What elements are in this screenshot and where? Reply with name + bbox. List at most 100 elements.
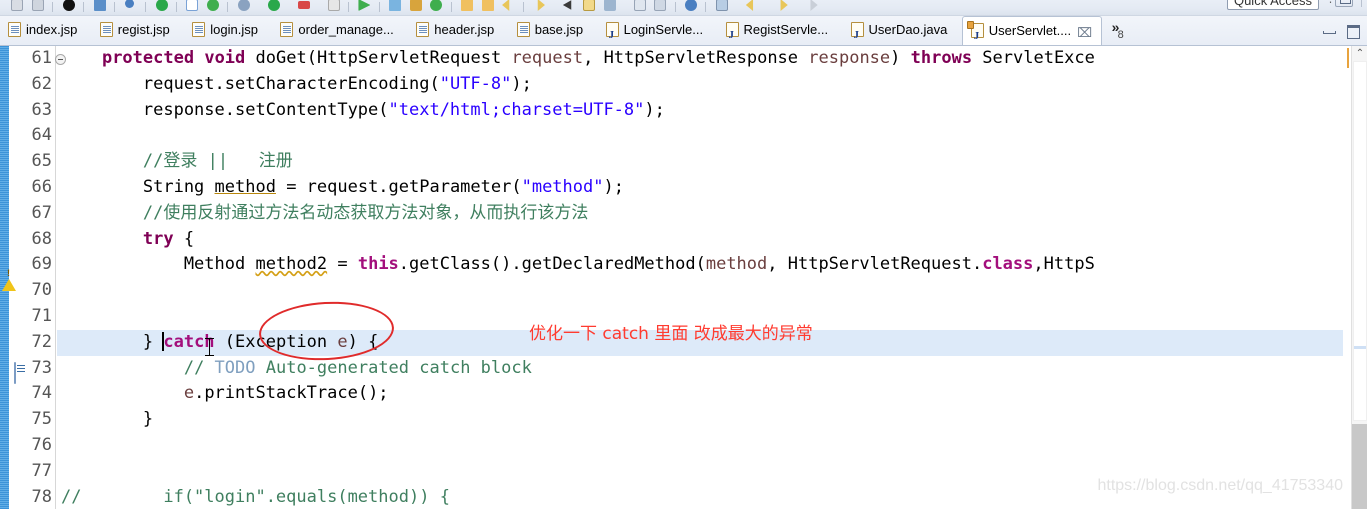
open-folder-icon-2[interactable] [480,0,496,12]
toolbar-separator [225,0,231,14]
validate-icon[interactable] [154,0,170,12]
code-line-69[interactable]: Method method2 = this.getClass().getDecl… [57,252,1343,278]
search-icon[interactable] [123,0,139,12]
java-file-icon [850,21,864,45]
line-number: 63 [9,98,55,124]
editor-tab-login-jsp[interactable]: login.jsp [184,16,268,45]
tab-label: order_manage... [298,22,394,37]
tab-label: RegistServle... [743,22,829,37]
editor-window-controls [1319,20,1363,42]
editor-tab-regist-jsp[interactable]: regist.jsp [92,16,180,45]
forward-arrow-icon[interactable] [774,0,790,12]
editor-tab-base-jsp[interactable]: base.jsp [509,16,593,45]
highlight-icon[interactable] [581,0,597,12]
code-line-68[interactable]: try { [57,227,1343,253]
code-line-75[interactable]: } [57,407,1343,433]
right-arrow-icon[interactable] [804,0,820,12]
globe-icon[interactable] [683,0,699,12]
save-icon[interactable] [9,0,25,12]
folder-icon[interactable] [387,0,403,12]
lock-icon [966,21,974,29]
java-file-icon [605,21,619,45]
editor-tab-user-dao[interactable]: UserDao.java [843,16,958,45]
code-line-64[interactable] [57,123,1343,149]
line-number-text: 76 [31,434,52,455]
scroll-up-icon[interactable]: ⌃ [1352,46,1367,61]
perspective-separator [1361,0,1362,7]
back-arrow-icon[interactable] [744,0,760,12]
browser-icon[interactable] [326,0,342,12]
view-icon[interactable] [602,0,618,12]
editor-tab-regist-servlet[interactable]: RegistServle... [718,16,839,45]
code-line-76[interactable] [57,433,1343,459]
toolbar-separator [112,0,118,14]
book-icon[interactable] [408,0,424,12]
line-number-text: 75 [31,409,52,430]
code-line-66[interactable]: String method = request.getParameter("me… [57,175,1343,201]
editor-vertical-scrollbar[interactable]: ⌃ [1351,46,1367,509]
editor-tab-user-servlet[interactable]: UserServlet.... ⌧ [961,16,1103,45]
tab-overflow-indicator[interactable]: » 8 [1107,16,1124,45]
line-number: 75 [9,407,55,433]
open-perspective-button[interactable] [1335,0,1353,7]
pin-icon[interactable] [561,0,577,12]
minimize-icon[interactable] [1319,20,1339,40]
toolbar-separator [81,0,87,14]
code-line-74[interactable]: e.printStackTrace(); [57,381,1343,407]
code-line-73[interactable]: // TODO Auto-generated catch block [57,356,1343,382]
jsp-file-icon [280,22,294,37]
java-file-icon [725,21,739,45]
line-number: 71 [9,304,55,330]
jsp-file-icon [192,22,206,37]
quick-access-field[interactable]: Quick Access [1226,0,1319,10]
todo-marker-icon[interactable] [0,361,16,384]
undo-icon[interactable] [500,0,516,12]
line-number-text: 69 [31,254,52,275]
terminate-icon[interactable] [92,0,108,12]
ant-icon[interactable] [236,0,252,12]
code-editor[interactable]: 61 62 63 64 65 66 67 68 69 70 71 72 73 7… [0,46,1367,509]
redo-icon[interactable] [531,0,547,12]
toolbar-separator [521,0,527,14]
line-number-text: 68 [31,228,52,249]
line-number: 74 [9,381,55,407]
editor-tab-login-servlet[interactable]: LoginServle... [598,16,714,45]
line-number: 76 [9,433,55,459]
maximize-icon[interactable] [1343,20,1363,40]
code-line-70[interactable] [57,278,1343,304]
editor-tab-index-jsp[interactable]: index.jsp [0,16,87,45]
code-line-61[interactable]: protected void doGet(HttpServletRequest … [57,46,1343,72]
check-icon[interactable] [266,0,282,12]
scrollbar-track[interactable] [1352,424,1367,509]
code-text-area[interactable]: protected void doGet(HttpServletRequest … [57,46,1343,509]
list-icon[interactable] [632,0,648,12]
editor-tab-header-jsp[interactable]: header.jsp [408,16,504,45]
line-number-gutter[interactable]: 61 62 63 64 65 66 67 68 69 70 71 72 73 7… [2,46,66,509]
code-line-63[interactable]: response.setContentType("text/html;chars… [57,98,1343,124]
server-icon[interactable] [296,0,312,12]
columns-icon[interactable] [652,0,668,12]
warning-marker-icon[interactable] [0,257,16,292]
overview-mark-selection[interactable] [1354,346,1366,349]
line-number-text: 62 [31,73,52,94]
editor-tab-order-manage-jsp[interactable]: order_manage... [272,16,403,45]
code-line-67[interactable]: //使用反射通过方法名动态获取方法对象，从而执行该方法 [57,201,1343,227]
debug-icon[interactable] [61,0,77,12]
toolbar-separator [673,0,679,14]
code-line-65[interactable]: //登录 || 注册 [57,149,1343,175]
open-folder-icon[interactable] [459,0,475,12]
code-line-62[interactable]: request.setCharacterEncoding("UTF-8"); [57,72,1343,98]
tab-label: base.jsp [534,22,584,37]
line-number: 68 [9,227,55,253]
line-number: 64 [9,123,55,149]
perspective-switch-icon[interactable] [714,0,730,12]
run-icon[interactable] [356,0,372,12]
tab-close-icon[interactable]: ⌧ [1077,26,1092,40]
new-class-icon[interactable] [184,0,200,12]
refresh-icon[interactable] [205,0,221,12]
publish-icon[interactable] [428,0,444,12]
line-number-text: 72 [31,331,52,352]
save-all-icon[interactable] [30,0,46,12]
scrollbar-thumb[interactable] [1353,61,1367,421]
line-number: 78 [9,485,55,509]
